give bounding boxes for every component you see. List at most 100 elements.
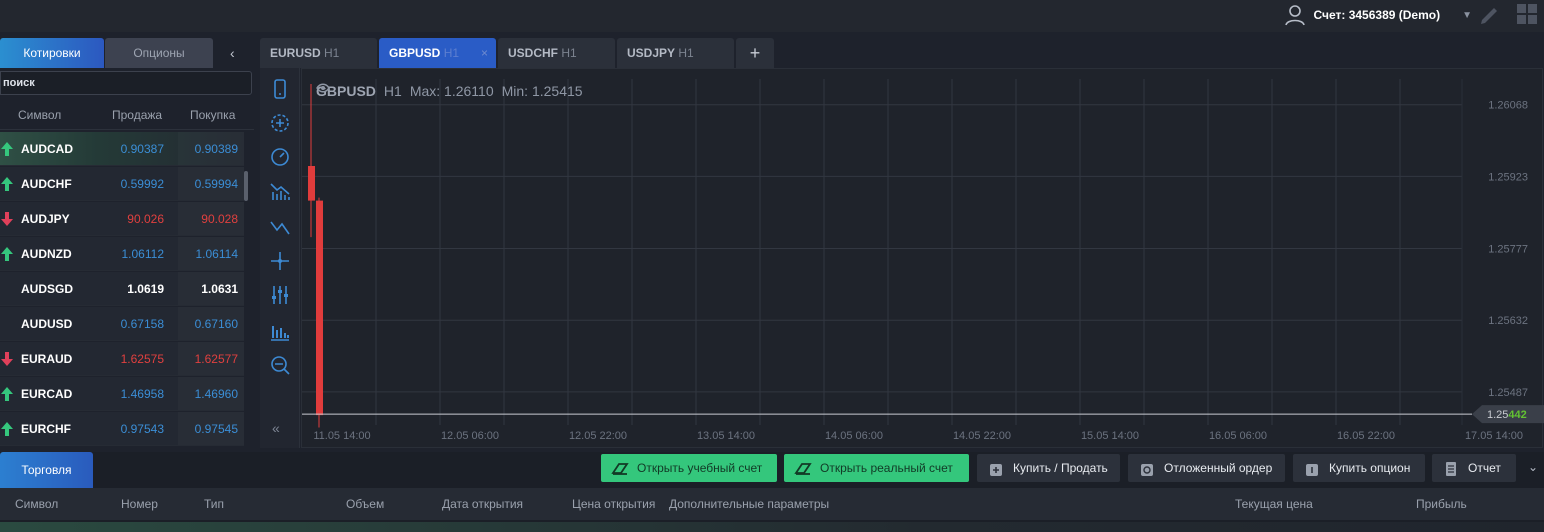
arrow-down-icon <box>1 352 13 366</box>
arrow-up-icon <box>1 387 13 401</box>
current-price-main: 1.25 <box>1487 409 1508 421</box>
y-tick-label: 1.25923 <box>1488 171 1528 183</box>
quote-bid[interactable]: 0.90387 <box>104 142 164 156</box>
action-button[interactable]: Отложенный ордер <box>1128 454 1285 482</box>
tab-quotes[interactable]: Котировки <box>0 38 104 68</box>
account-label: Счет: 3456389 (Demo) <box>1313 8 1441 22</box>
open-account-icon <box>611 463 629 475</box>
x-tick-label: 15.05 14:00 <box>1081 430 1139 442</box>
quote-row[interactable]: AUDNZD 1.06112 1.06114 <box>0 237 244 271</box>
bar-chart-indicator-icon[interactable] <box>269 180 291 202</box>
chevron-down-icon[interactable]: ⌄ <box>1528 460 1538 474</box>
x-tick-label: 16.05 06:00 <box>1209 430 1267 442</box>
tab-usdjpy[interactable]: USDJPY H1 <box>617 38 734 68</box>
tab-symbol: USDJPY <box>627 46 676 60</box>
tab-usdchf[interactable]: USDCHF H1 <box>498 38 615 68</box>
chart-timeframe: H1 <box>383 83 402 99</box>
quote-row[interactable]: AUDCHF 0.59992 0.59994 <box>0 167 244 201</box>
quote-bid[interactable]: 1.62575 <box>104 352 164 366</box>
sliders-icon[interactable] <box>269 284 291 306</box>
crosshair-plus-icon[interactable] <box>269 112 291 134</box>
zoom-out-icon[interactable] <box>269 354 291 376</box>
quote-row[interactable]: AUDUSD 0.67158 0.67160 <box>0 307 244 341</box>
tab-symbol: GBPUSD <box>389 46 441 60</box>
crosshair-icon[interactable] <box>269 250 291 272</box>
tab-options[interactable]: Опционы <box>105 38 213 68</box>
chart-max: Max: 1.26110 <box>409 83 494 99</box>
clock-icon[interactable] <box>269 146 291 168</box>
chart-min: Min: 1.25415 <box>501 83 583 99</box>
quote-ask[interactable]: 0.90389 <box>178 142 238 156</box>
x-tick-label: 12.05 06:00 <box>441 430 499 442</box>
x-tick-label: 14.05 22:00 <box>953 430 1011 442</box>
quote-ask[interactable]: 0.67160 <box>178 317 238 331</box>
arrow-up-icon <box>1 422 13 436</box>
quote-bid[interactable]: 0.59992 <box>104 177 164 191</box>
quote-ask[interactable]: 1.06114 <box>178 247 239 261</box>
grid-icon[interactable] <box>1516 3 1538 25</box>
action-button[interactable]: Открыть учебный счет <box>601 454 777 482</box>
action-button-label: Открыть учебный счет <box>637 461 763 475</box>
trend-line-icon[interactable] <box>269 216 291 238</box>
quote-bid[interactable]: 90.026 <box>104 212 164 226</box>
quote-bid[interactable]: 1.0619 <box>104 282 164 296</box>
volume-bars-icon[interactable] <box>269 320 291 342</box>
quote-ask[interactable]: 0.97545 <box>178 422 238 436</box>
quote-row[interactable]: AUDCAD 0.90387 0.90389 <box>0 132 244 166</box>
eye-icon[interactable] <box>316 83 330 93</box>
action-button[interactable]: Купить опцион <box>1293 454 1425 482</box>
positions-row[interactable] <box>0 522 1544 532</box>
brush-icon[interactable] <box>1478 3 1502 27</box>
quote-row[interactable]: EURAUD 1.62575 1.62577 <box>0 342 244 376</box>
chevron-left-icon[interactable]: ‹ <box>230 45 235 61</box>
action-button[interactable]: Отчет <box>1432 454 1516 482</box>
quote-ask[interactable]: 1.0631 <box>178 282 238 296</box>
quote-symbol: AUDNZD <box>21 247 72 261</box>
quote-row[interactable]: AUDJPY 90.026 90.028 <box>0 202 244 236</box>
quote-ask[interactable]: 1.62577 <box>178 352 238 366</box>
scrollbar[interactable] <box>244 171 248 201</box>
action-button[interactable]: Купить / Продать <box>977 454 1120 482</box>
action-button[interactable]: Открыть реальный счет <box>784 454 969 482</box>
tab-eurusd[interactable]: EURUSD H1 <box>260 38 377 68</box>
quote-ask[interactable]: 90.028 <box>178 212 238 226</box>
account-selector[interactable]: Счет: 3456389 (Demo) ▼ <box>1284 4 1472 26</box>
collapse-toolbar-icon[interactable]: « <box>272 420 280 436</box>
action-button-label: Купить / Продать <box>1013 461 1108 475</box>
phone-icon[interactable] <box>269 78 291 100</box>
tab-gbpusd[interactable]: GBPUSD H1 × <box>379 38 496 68</box>
plus-bag-icon <box>990 464 1002 476</box>
action-button-label: Открыть реальный счет <box>820 461 953 475</box>
add-tab-button[interactable]: + <box>736 38 774 68</box>
quote-symbol: AUDJPY <box>21 212 70 226</box>
quote-bid[interactable]: 1.46958 <box>104 387 164 401</box>
quote-row[interactable]: EURCHF 0.97543 0.97545 <box>0 412 244 446</box>
close-icon[interactable]: × <box>481 38 488 68</box>
quote-row[interactable]: AUDSGD 1.0619 1.0631 <box>0 272 244 306</box>
arrow-up-icon <box>1 142 13 156</box>
x-tick-label: 11.05 14:00 <box>313 430 370 442</box>
y-tick-label: 1.26068 <box>1488 100 1528 112</box>
clock-bag-icon <box>1141 464 1153 476</box>
x-tick-label: 12.05 22:00 <box>569 430 627 442</box>
quote-symbol: AUDCAD <box>21 142 73 156</box>
caret-down-icon: ▼ <box>1462 9 1472 21</box>
quote-bid[interactable]: 0.67158 <box>104 317 164 331</box>
col-profit: Прибыль <box>1416 497 1467 511</box>
tab-trading[interactable]: Торговля <box>0 452 93 488</box>
col-type: Тип <box>204 497 225 511</box>
quote-row[interactable]: EURCAD 1.46958 1.46960 <box>0 377 244 411</box>
price-chart[interactable]: 1.26068 1.25923 1.25777 1.25632 1.25487 11.05… <box>301 68 1544 448</box>
x-tick-label: 16.05 22:00 <box>1337 430 1395 442</box>
quote-ask[interactable]: 0.59994 <box>178 177 238 191</box>
y-tick-label: 1.25487 <box>1488 387 1528 399</box>
quote-symbol: EURCAD <box>21 387 73 401</box>
quote-symbol: AUDSGD <box>21 282 74 296</box>
action-button-label: Купить опцион <box>1329 461 1411 475</box>
quote-bid[interactable]: 1.06112 <box>104 247 165 261</box>
quote-bid[interactable]: 0.97543 <box>104 422 164 436</box>
arrow-up-icon <box>1 247 13 261</box>
search-input[interactable] <box>0 71 252 95</box>
open-account-icon <box>794 463 812 475</box>
quote-ask[interactable]: 1.46960 <box>178 387 238 401</box>
